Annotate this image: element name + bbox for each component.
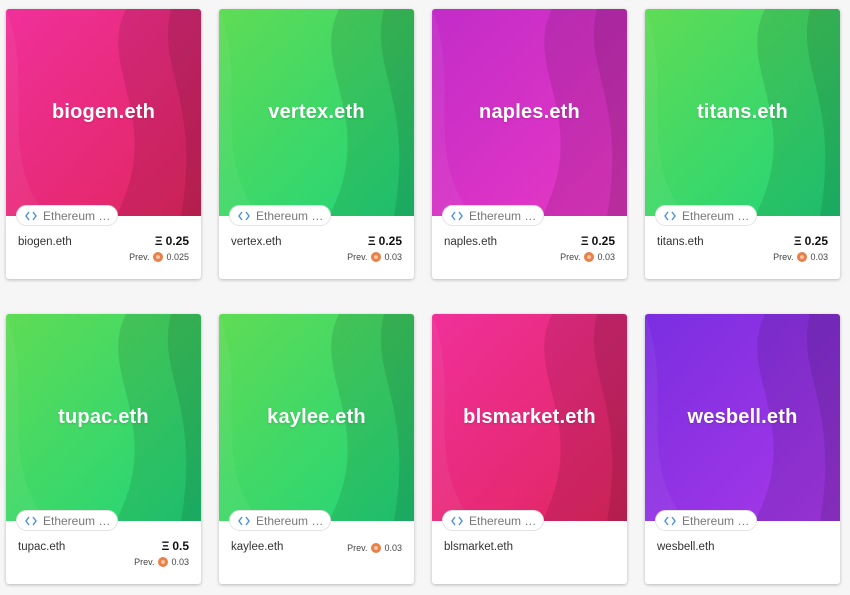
previous-price: Prev. 0.03 [347,252,402,262]
domain-artwork[interactable]: biogen.eth [6,9,201,216]
collection-name: Ethereum Name Service [682,513,756,528]
collection-chip[interactable]: Ethereum Name Service [442,205,544,226]
previous-price: Prev. 0.03 [347,543,402,553]
domain-card[interactable]: biogen.eth Ethereum Name Service biogen.… [6,9,201,279]
coin-icon [371,543,382,553]
collection-chip[interactable]: Ethereum Name Service [442,510,544,531]
domain-name[interactable]: tupac.eth [18,541,65,553]
collection-chip[interactable]: Ethereum Name Service [16,510,118,531]
code-brackets-icon [664,211,676,220]
prev-value: 0.03 [597,252,615,262]
code-brackets-icon [238,516,250,525]
artwork-title: wesbell.eth [687,406,798,428]
current-price: Ξ 0.25 [581,234,615,248]
domain-name[interactable]: kaylee.eth [231,541,283,553]
coin-icon [153,252,164,262]
domain-card[interactable]: blsmarket.eth Ethereum Name Service blsm… [432,314,627,584]
code-brackets-icon [664,516,676,525]
previous-price: Prev. 0.025 [129,252,189,262]
price-value: 0.25 [378,234,402,248]
domain-card-grid: biogen.eth Ethereum Name Service biogen.… [6,9,840,584]
coin-icon [158,557,169,567]
current-price: Ξ 0.25 [368,234,402,248]
domain-name[interactable]: blsmarket.eth [444,541,513,553]
domain-card[interactable]: tupac.eth Ethereum Name Service tupac.et… [6,314,201,584]
eth-symbol: Ξ [580,234,589,248]
prev-label: Prev. [347,252,368,262]
prev-value: 0.03 [384,543,402,553]
artwork-title: vertex.eth [268,101,365,123]
artwork-title: tupac.eth [58,406,149,428]
domain-name[interactable]: wesbell.eth [657,541,715,553]
price-value: 0.25 [165,234,189,248]
code-brackets-icon [451,516,463,525]
domain-artwork[interactable]: kaylee.eth [219,314,414,521]
prev-label: Prev. [347,543,368,553]
price-value: 0.25 [591,234,615,248]
collection-chip[interactable]: Ethereum Name Service [16,205,118,226]
coin-icon [797,252,808,262]
collection-name: Ethereum Name Service [682,208,756,223]
eth-symbol: Ξ [367,234,376,248]
domain-card[interactable]: vertex.eth Ethereum Name Service vertex.… [219,9,414,279]
code-brackets-icon [25,211,37,220]
collection-name: Ethereum Name Service [43,513,117,528]
previous-price: Prev. 0.03 [134,557,189,567]
coin-icon [371,252,382,262]
eth-symbol: Ξ [154,234,163,248]
collection-chip[interactable]: Ethereum Name Service [229,510,331,531]
eth-symbol: Ξ [161,539,170,553]
domain-name[interactable]: titans.eth [657,236,704,248]
domain-artwork[interactable]: tupac.eth [6,314,201,521]
current-price: Ξ 0.25 [794,234,828,248]
eth-symbol: Ξ [793,234,802,248]
prev-value: 0.025 [166,252,189,262]
code-brackets-icon [25,516,37,525]
prev-label: Prev. [773,252,794,262]
collection-name: Ethereum Name Service [256,208,330,223]
price-value: 0.25 [804,234,828,248]
domain-artwork[interactable]: titans.eth [645,9,840,216]
domain-card[interactable]: kaylee.eth Ethereum Name Service kaylee.… [219,314,414,584]
code-brackets-icon [238,211,250,220]
collection-name: Ethereum Name Service [469,513,543,528]
current-price: Ξ 0.25 [155,234,189,248]
collection-name: Ethereum Name Service [256,513,330,528]
domain-card[interactable]: naples.eth Ethereum Name Service naples.… [432,9,627,279]
prev-value: 0.03 [384,252,402,262]
domain-name[interactable]: biogen.eth [18,236,72,248]
domain-card[interactable]: wesbell.eth Ethereum Name Service wesbel… [645,314,840,584]
price-value: 0.5 [172,539,189,553]
collection-chip[interactable]: Ethereum Name Service [655,205,757,226]
artwork-title: naples.eth [479,101,580,123]
artwork-title: kaylee.eth [267,406,366,428]
prev-label: Prev. [129,252,150,262]
prev-value: 0.03 [171,557,189,567]
previous-price: Prev. 0.03 [560,252,615,262]
prev-value: 0.03 [810,252,828,262]
domain-artwork[interactable]: naples.eth [432,9,627,216]
domain-artwork[interactable]: blsmarket.eth [432,314,627,521]
domain-name[interactable]: naples.eth [444,236,497,248]
domain-card[interactable]: titans.eth Ethereum Name Service titans.… [645,9,840,279]
current-price: Ξ 0.5 [162,539,189,553]
coin-icon [584,252,595,262]
collection-name: Ethereum Name Service [469,208,543,223]
domain-artwork[interactable]: wesbell.eth [645,314,840,521]
collection-chip[interactable]: Ethereum Name Service [655,510,757,531]
collection-name: Ethereum Name Service [43,208,117,223]
artwork-title: blsmarket.eth [463,406,596,428]
prev-label: Prev. [134,557,155,567]
previous-price: Prev. 0.03 [773,252,828,262]
prev-label: Prev. [560,252,581,262]
collection-chip[interactable]: Ethereum Name Service [229,205,331,226]
domain-artwork[interactable]: vertex.eth [219,9,414,216]
code-brackets-icon [451,211,463,220]
domain-name[interactable]: vertex.eth [231,236,282,248]
artwork-title: titans.eth [697,101,788,123]
artwork-title: biogen.eth [51,101,156,123]
